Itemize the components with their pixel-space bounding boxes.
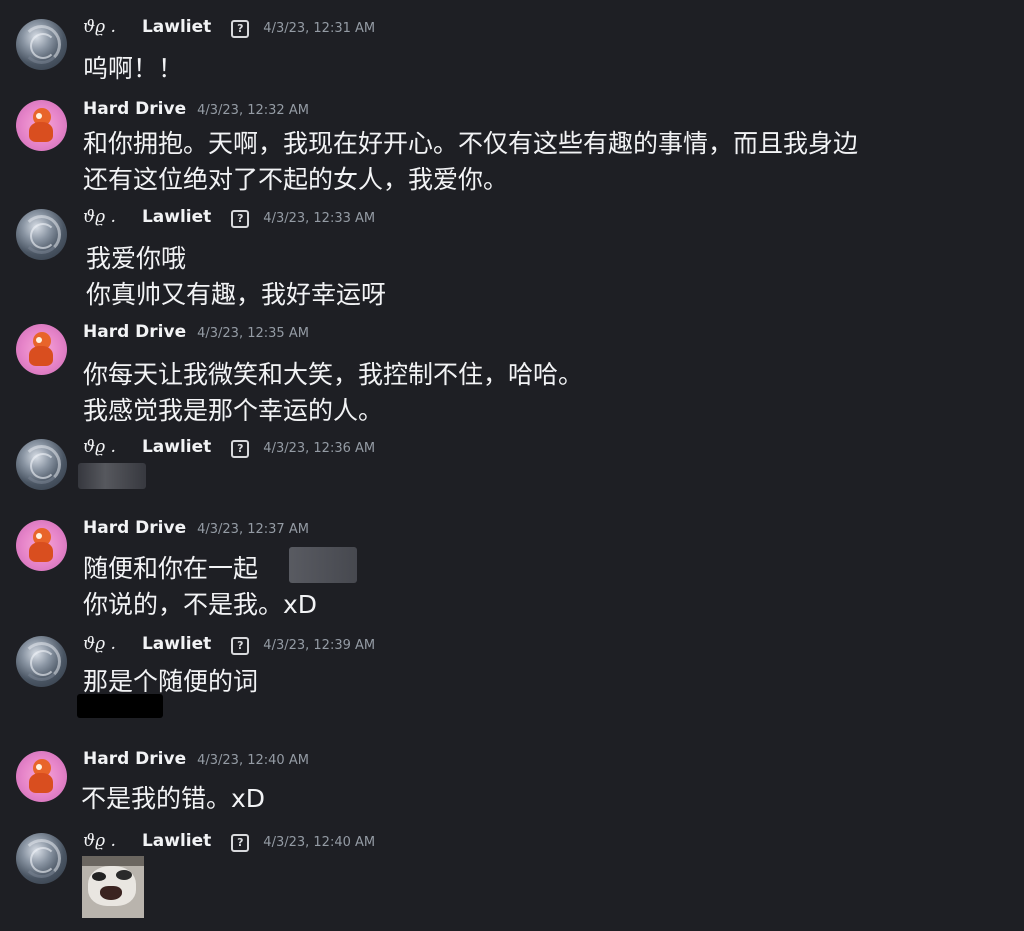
question-square-icon: ? [231,440,250,458]
timestamp: 4/3/23, 12:40 AM [197,753,309,768]
message-content: 我爱你哦 你真帅又有趣，我好幸运呀 [86,241,386,313]
timestamp: 4/3/23, 12:33 AM [263,211,376,226]
avatar[interactable] [16,439,67,490]
name-prefix-glyph: ϑϱ . [83,437,116,457]
message-content: 和你拥抱。天啊，我现在好开心。不仅有这些有趣的事情，而且我身边 还有这位绝对了不… [83,126,858,198]
username[interactable]: Lawliet [142,634,211,654]
message-line: 还有这位绝对了不起的女人，我爱你。 [83,165,509,194]
message-line: 呜啊！！ [83,54,184,83]
timestamp: 4/3/23, 12:36 AM [263,441,376,456]
message-line: 随便和你在一起 [83,554,259,583]
avatar[interactable] [16,324,67,375]
redacted-blur [78,463,146,489]
username[interactable]: Hard Drive [83,322,186,342]
cat-sticker-image[interactable] [82,856,144,918]
timestamp: 4/3/23, 12:32 AM [197,103,309,118]
message-header: ϑϱ . Lawliet ? 4/3/23, 12:40 AM [83,831,375,855]
name-prefix-glyph: ϑϱ . [83,207,116,227]
timestamp: 4/3/23, 12:37 AM [197,522,309,537]
message-line: 不是我的错。xD [81,784,266,813]
message-line: 你真帅又有趣，我好幸运呀 [86,280,387,309]
name-prefix-glyph: ϑϱ . [83,17,116,37]
message-line: 和你拥抱。天啊，我现在好开心。不仅有这些有趣的事情，而且我身边 [83,129,859,158]
message-header: ϑϱ . Lawliet ? 4/3/23, 12:36 AM [83,437,375,461]
avatar[interactable] [16,833,67,884]
name-prefix-glyph: ϑϱ . [83,634,116,654]
redacted-blur [289,547,357,583]
question-square-icon: ? [231,20,250,38]
name-prefix-glyph: ϑϱ . [83,831,116,851]
redacted-block [77,694,163,718]
timestamp: 4/3/23, 12:40 AM [263,835,376,850]
message-content: 你每天让我微笑和大笑，我控制不住，哈哈。 我感觉我是那个幸运的人。 [83,357,583,429]
message-header: Hard Drive 4/3/23, 12:37 AM [83,518,309,542]
username[interactable]: Hard Drive [83,518,186,538]
timestamp: 4/3/23, 12:31 AM [263,21,376,36]
message-header: ϑϱ . Lawliet ? 4/3/23, 12:33 AM [83,207,375,231]
message-line: 我感觉我是那个幸运的人。 [83,396,384,425]
avatar[interactable] [16,520,67,571]
message-content: 随便和你在一起 你说的，不是我。xD [83,551,317,623]
username[interactable]: Lawliet [142,17,211,37]
timestamp: 4/3/23, 12:39 AM [263,638,376,653]
message-content: 呜啊！！ [83,51,183,87]
avatar[interactable] [16,19,67,70]
avatar[interactable] [16,209,67,260]
message-content: 不是我的错。xD [81,781,265,817]
username[interactable]: Lawliet [142,437,211,457]
message-line: 你每天让我微笑和大笑，我控制不住，哈哈。 [83,360,584,389]
message-header: ϑϱ . Lawliet ? 4/3/23, 12:39 AM [83,634,375,658]
message-line: 我爱你哦 [86,244,187,273]
message-line: 你说的，不是我。xD [83,590,318,619]
chat-log: ϑϱ . Lawliet ? 4/3/23, 12:31 AM 呜啊！！ Har… [0,0,1024,931]
question-square-icon: ? [231,210,250,228]
username[interactable]: Lawliet [142,831,211,851]
avatar[interactable] [16,100,67,151]
timestamp: 4/3/23, 12:35 AM [197,326,309,341]
question-square-icon: ? [231,637,250,655]
username[interactable]: Lawliet [142,207,211,227]
question-square-icon: ? [231,834,250,852]
avatar[interactable] [16,751,67,802]
username[interactable]: Hard Drive [83,749,186,769]
message-header: Hard Drive 4/3/23, 12:40 AM [83,749,309,773]
avatar[interactable] [16,636,67,687]
message-header: Hard Drive 4/3/23, 12:35 AM [83,322,309,346]
username[interactable]: Hard Drive [83,99,186,119]
message-header: ϑϱ . Lawliet ? 4/3/23, 12:31 AM [83,17,375,41]
message-header: Hard Drive 4/3/23, 12:32 AM [83,99,309,123]
